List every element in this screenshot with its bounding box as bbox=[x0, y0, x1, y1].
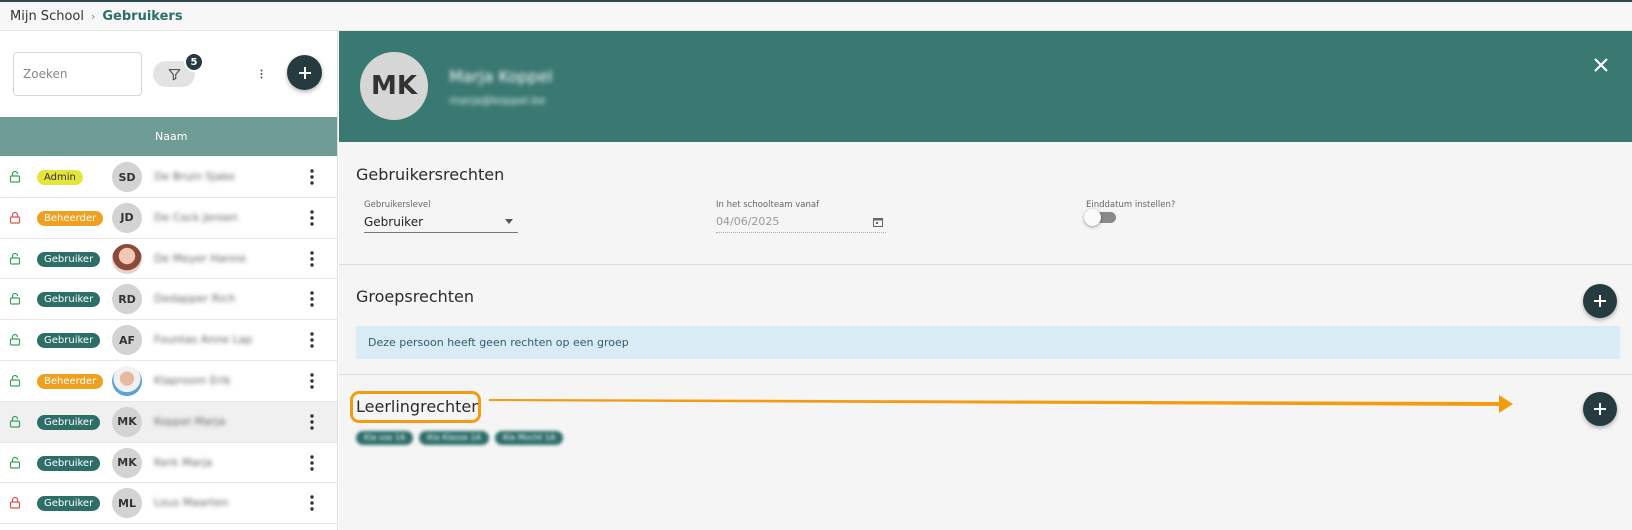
lock-open-icon bbox=[9, 415, 21, 428]
avatar: ML bbox=[112, 488, 142, 519]
avatar bbox=[112, 365, 142, 396]
avatar: AF bbox=[112, 325, 142, 356]
user-name: Kerk Marja bbox=[154, 455, 213, 469]
breadcrumb-root[interactable]: Mijn School bbox=[10, 9, 84, 24]
user-detail-panel: MK Marja Koppel marja@koppel.be Gebruike… bbox=[339, 31, 1632, 530]
lock-closed-icon bbox=[9, 211, 21, 224]
more-vertical-icon[interactable] bbox=[307, 454, 317, 472]
student-right-chip[interactable]: Kla Klasse 1A bbox=[419, 431, 489, 445]
table-row[interactable]: Gebruiker RD Dedapper Rich bbox=[0, 279, 337, 321]
table-header: Naam bbox=[0, 117, 337, 156]
lock-open-icon bbox=[9, 252, 21, 265]
lock-open-icon bbox=[9, 374, 21, 387]
breadcrumb: Mijn School › Gebruikers bbox=[0, 2, 1632, 31]
more-vertical-icon[interactable] bbox=[307, 413, 317, 431]
avatar: RD bbox=[112, 284, 142, 315]
lock-open-icon bbox=[9, 293, 21, 305]
table-row[interactable]: Gebruiker De Meyer Hanne bbox=[0, 239, 337, 280]
search-input[interactable] bbox=[13, 52, 142, 96]
role-badge: Gebruiker bbox=[37, 414, 101, 430]
more-vertical-icon[interactable] bbox=[255, 65, 267, 83]
table-row[interactable]: Admin SD De Bruin Sjako bbox=[0, 157, 337, 198]
role-badge: Gebruiker bbox=[37, 251, 101, 267]
table-row[interactable]: Beheerder JD De Cock Jeroen bbox=[0, 198, 337, 239]
lock-closed-icon bbox=[9, 497, 21, 509]
user-name: Dedapper Rich bbox=[154, 292, 236, 306]
more-vertical-icon[interactable] bbox=[307, 209, 317, 227]
lock-open-icon bbox=[9, 456, 21, 469]
avatar: SD bbox=[112, 162, 142, 192]
more-vertical-icon[interactable] bbox=[307, 250, 317, 268]
table-row[interactable]: Beheerder Klaproom Erik bbox=[0, 361, 337, 402]
more-vertical-icon[interactable] bbox=[307, 168, 317, 186]
more-vertical-icon[interactable] bbox=[307, 290, 317, 308]
user-name: Koppel Marja bbox=[154, 414, 226, 428]
user-name: Lous Maarten bbox=[154, 496, 229, 510]
role-badge: Gebruiker bbox=[37, 455, 101, 471]
add-student-right-button[interactable] bbox=[1583, 392, 1617, 426]
plus-icon bbox=[1594, 403, 1606, 415]
user-name: Klaproom Erik bbox=[154, 373, 231, 387]
student-right-chip[interactable]: Kla sse 1A bbox=[356, 431, 414, 445]
table-row[interactable]: Gebruiker AF Fountas Anne Lap bbox=[0, 320, 337, 361]
more-vertical-icon[interactable] bbox=[307, 494, 317, 512]
avatar: MK bbox=[112, 406, 142, 437]
table-row[interactable]: Gebruiker MK Kerk Marja bbox=[0, 443, 337, 484]
role-badge: Gebruiker bbox=[37, 292, 101, 308]
role-badge: Gebruiker bbox=[37, 333, 101, 349]
avatar: MK bbox=[112, 447, 142, 478]
add-user-button[interactable] bbox=[287, 55, 322, 90]
filter-count-badge: 5 bbox=[184, 52, 204, 72]
user-name: De Cock Jeroen bbox=[154, 210, 238, 224]
arrow-annotation bbox=[489, 395, 1513, 413]
student-rights-chips: Kla sse 1A Kla Klasse 1A Kla Mocht 1A bbox=[356, 431, 564, 445]
role-badge: Gebruiker bbox=[37, 496, 101, 512]
more-vertical-icon[interactable] bbox=[307, 331, 317, 349]
lock-open-icon bbox=[9, 334, 21, 346]
breadcrumb-current: Gebruikers bbox=[102, 8, 183, 24]
more-vertical-icon[interactable] bbox=[307, 372, 317, 390]
user-name: De Bruin Sjako bbox=[154, 170, 235, 183]
student-right-chip[interactable]: Kla Mocht 1A bbox=[494, 431, 564, 445]
users-list-panel: 5 Naam Admin SD De Bruin Sjako Beheerder… bbox=[0, 31, 338, 530]
avatar: JD bbox=[112, 202, 142, 233]
user-name: Fountas Anne Lap bbox=[154, 333, 253, 347]
user-name: De Meyer Hanne bbox=[154, 251, 247, 265]
filter-icon bbox=[168, 68, 180, 80]
table-row[interactable]: Gebruiker MK Koppel Marja bbox=[0, 401, 337, 443]
chevron-right-icon: › bbox=[90, 9, 96, 23]
plus-icon bbox=[298, 66, 311, 79]
role-badge: Admin bbox=[37, 170, 83, 185]
users-table-body: Admin SD De Bruin Sjako Beheerder JD De … bbox=[0, 157, 337, 525]
role-badge: Beheerder bbox=[37, 373, 104, 389]
role-badge: Beheerder bbox=[37, 210, 104, 226]
lock-open-icon bbox=[9, 170, 21, 183]
table-row[interactable]: Gebruiker ML Lous Maarten bbox=[0, 483, 337, 525]
column-header-name[interactable]: Naam bbox=[155, 130, 187, 143]
avatar bbox=[112, 243, 142, 274]
